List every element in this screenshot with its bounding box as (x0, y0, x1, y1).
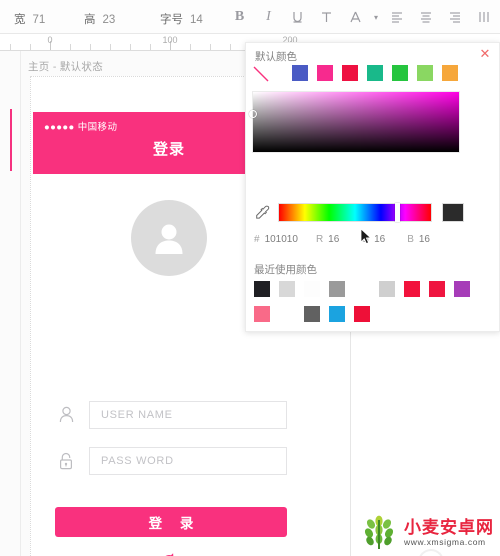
font-size-field[interactable]: 字号 14 (160, 11, 203, 27)
no-color-swatch[interactable] (251, 64, 271, 84)
red-label: R (315, 234, 324, 245)
password-input[interactable]: PASS WORD (89, 447, 287, 475)
align-left-icon[interactable] (382, 0, 411, 34)
recent-red-1[interactable] (404, 281, 420, 297)
watermark-text: 小麦安卓网 www.xmsigma.com (404, 518, 494, 547)
hex-group[interactable]: # 101010 (254, 234, 298, 245)
refresh-icon[interactable] (160, 552, 179, 556)
recent-pink[interactable] (254, 306, 270, 322)
user-icon (55, 406, 77, 424)
underline-icon[interactable] (283, 0, 312, 34)
ruler-mark-0: 0 (47, 35, 53, 45)
login-button[interactable]: 登 录 (55, 507, 287, 537)
chevron-down-icon[interactable]: ▾ (370, 0, 382, 34)
swatch-crimson[interactable] (342, 65, 358, 81)
saturation-value-gradient[interactable] (249, 91, 460, 153)
green-value[interactable]: 16 (374, 234, 385, 245)
recent-red-2[interactable] (429, 281, 445, 297)
recent-dark-gray[interactable] (304, 306, 320, 322)
user-avatar-placeholder[interactable] (131, 200, 207, 276)
text-color-icon[interactable] (341, 0, 370, 34)
color-preview-swatch (442, 203, 464, 222)
default-swatch-row (292, 65, 458, 81)
color-picker-title: 默认颜色 (255, 51, 297, 63)
font-size-value[interactable]: 14 (190, 14, 203, 26)
carrier-name: 中国移动 (77, 122, 118, 133)
eyedropper-icon[interactable] (255, 205, 270, 226)
bold-icon[interactable]: B (225, 0, 254, 34)
close-icon[interactable]: ✕ (478, 47, 492, 61)
recent-pale-gray[interactable] (379, 281, 395, 297)
swatch-blue[interactable] (292, 65, 308, 81)
ruler-mark-100: 100 (162, 35, 178, 45)
artboard-label: 主页 - 默认状态 (28, 61, 104, 73)
strikethrough-icon[interactable] (312, 0, 341, 34)
recent-empty-2 (279, 306, 295, 322)
blue-group[interactable]: B 16 (407, 234, 430, 245)
swatch-lightgreen[interactable] (417, 65, 433, 81)
recent-colors-row-2 (254, 306, 370, 322)
height-value[interactable]: 23 (103, 14, 116, 26)
swatch-green[interactable] (392, 65, 408, 81)
red-value[interactable]: 16 (328, 234, 339, 245)
recent-blue[interactable] (329, 306, 345, 322)
height-label: 高 (84, 14, 96, 26)
recent-colors-row-1 (254, 281, 470, 297)
recent-white[interactable] (304, 281, 320, 297)
blue-value[interactable]: 16 (419, 234, 430, 245)
align-right-icon[interactable] (440, 0, 469, 34)
password-row: PASS WORD (55, 447, 287, 475)
mouse-cursor (360, 228, 372, 250)
red-group[interactable]: R 16 (316, 234, 339, 245)
color-value-row: # 101010 R 16 G 16 B 16 (254, 234, 494, 245)
recent-red-3[interactable] (354, 306, 370, 322)
watermark-url: www.xmsigma.com (404, 536, 486, 547)
hue-slider-handle[interactable] (395, 203, 400, 222)
format-toolbar: 宽 71 高 23 字号 14 B I ▾ (0, 0, 500, 34)
recent-mid-gray[interactable] (329, 281, 345, 297)
recent-colors-title: 最近使用颜色 (254, 264, 317, 276)
width-field[interactable]: 宽 71 (14, 11, 45, 27)
font-size-label: 字号 (160, 14, 183, 26)
hex-label: # (254, 234, 260, 245)
signal-dots-icon: ●●●●● (44, 122, 75, 133)
recent-near-black[interactable] (254, 281, 270, 297)
gradient-cursor[interactable] (249, 110, 257, 118)
app-root: 宽 71 高 23 字号 14 B I ▾ 0 100 200 主页 - 默认状… (0, 0, 500, 556)
lock-icon (55, 452, 77, 471)
toolbar-icon-group: B I ▾ (225, 0, 500, 34)
recent-light-gray[interactable] (279, 281, 295, 297)
line-spacing-icon[interactable] (469, 0, 498, 34)
wheat-logo-icon (359, 512, 399, 552)
recent-empty (354, 281, 370, 297)
hex-value[interactable]: 101010 (265, 234, 298, 245)
watermark-name: 小麦安卓网 (404, 517, 494, 537)
watermark: 小麦安卓网 www.xmsigma.com (359, 512, 494, 552)
username-input[interactable]: USER NAME (89, 401, 287, 429)
height-field[interactable]: 高 23 (84, 11, 115, 27)
width-value[interactable]: 71 (33, 14, 46, 26)
blue-label: B (407, 234, 414, 245)
swatch-teal[interactable] (367, 65, 383, 81)
hue-slider[interactable] (278, 203, 432, 222)
username-row: USER NAME (55, 401, 287, 429)
carrier-label: ●●●●● 中国移动 (44, 119, 117, 133)
password-placeholder: PASS WORD (101, 455, 174, 467)
align-center-icon[interactable] (411, 0, 440, 34)
canvas-left-guide (20, 51, 21, 556)
selection-marker (10, 109, 12, 171)
swatch-orange[interactable] (442, 65, 458, 81)
color-picker-panel[interactable]: 默认颜色 ✕ # 101010 R 16 16 B 16 最近使用颜色 (245, 42, 500, 332)
swatch-pink[interactable] (317, 65, 333, 81)
width-label: 宽 (14, 14, 26, 26)
recent-purple[interactable] (454, 281, 470, 297)
italic-icon[interactable]: I (254, 0, 283, 34)
username-placeholder: USER NAME (101, 409, 173, 421)
person-icon (155, 224, 183, 254)
